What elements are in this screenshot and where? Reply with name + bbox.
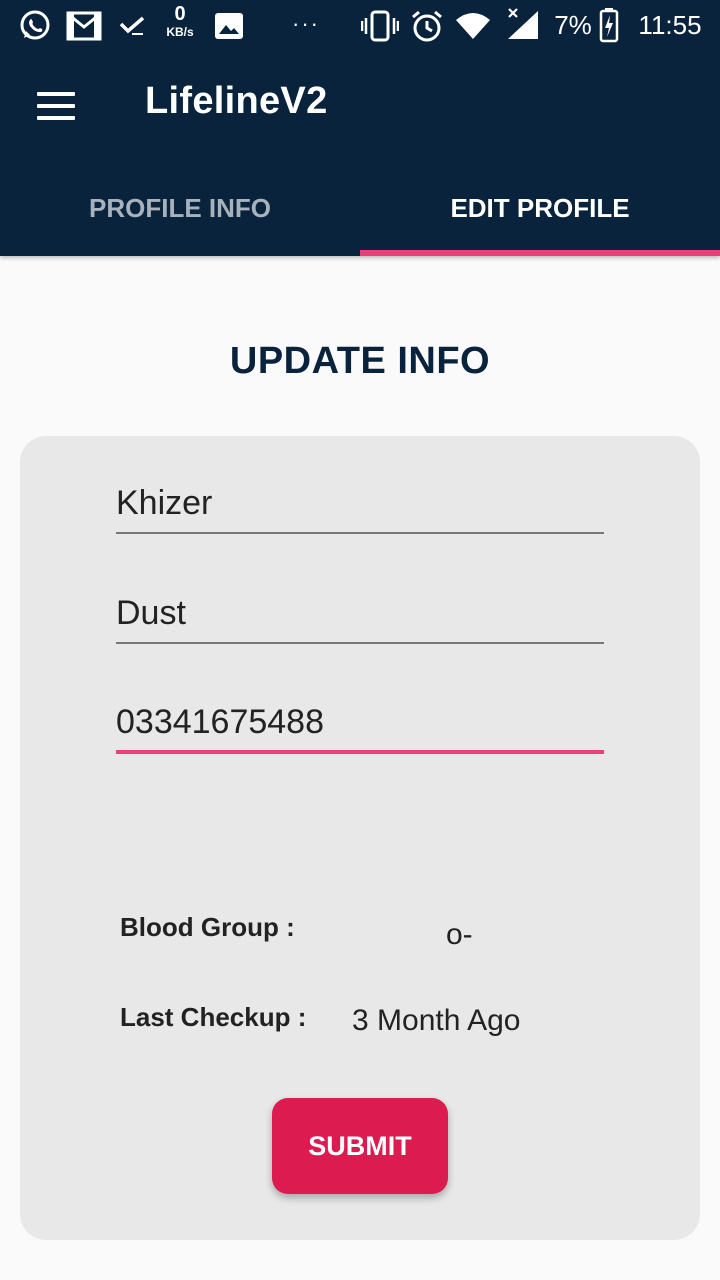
clock-time: 11:55: [638, 9, 702, 40]
alarm-icon: [408, 8, 446, 44]
check-icon: [116, 10, 148, 42]
first-name-field[interactable]: [116, 474, 604, 534]
hamburger-menu-icon[interactable]: [22, 74, 86, 138]
vibrate-icon: [360, 8, 400, 44]
image-icon: [212, 10, 246, 42]
last-checkup-label: Last Checkup :: [120, 1002, 307, 1032]
tab-bar: PROFILE INFO EDIT PROFILE: [0, 160, 720, 256]
last-checkup-value: 3 Month Ago: [352, 1004, 521, 1037]
whatsapp-icon: [16, 8, 54, 44]
blood-group-value: o-: [446, 918, 473, 951]
network-speed-indicator: 0 KB/s: [160, 4, 200, 48]
battery-charging-icon: [598, 6, 620, 44]
network-speed-unit: KB/s: [166, 25, 194, 39]
submit-button[interactable]: SUBMIT: [272, 1098, 448, 1194]
blood-group-label: Blood Group :: [120, 912, 295, 942]
last-name-field[interactable]: [116, 584, 604, 644]
phone-field[interactable]: [116, 694, 604, 754]
page-title: UPDATE INFO: [229, 340, 491, 382]
status-bar: 0 KB/s ··· 7% 11:55: [0, 0, 720, 52]
tab-profile-info[interactable]: PROFILE INFO: [0, 160, 360, 256]
app-bar: LifelineV2: [0, 52, 720, 160]
signal-icon: [504, 6, 542, 42]
wifi-icon: [454, 10, 492, 42]
tab-edit-profile[interactable]: EDIT PROFILE: [360, 160, 720, 256]
more-dots-icon: ···: [292, 11, 320, 36]
gmail-icon: [64, 8, 104, 44]
network-speed-value: 0: [174, 3, 186, 25]
selected-tab-indicator: [360, 250, 720, 256]
battery-percent: 7%: [554, 9, 592, 40]
update-info-card: Blood Group : o- Last Checkup : 3 Month …: [20, 436, 700, 1240]
app-title: LifelineV2: [145, 80, 328, 122]
